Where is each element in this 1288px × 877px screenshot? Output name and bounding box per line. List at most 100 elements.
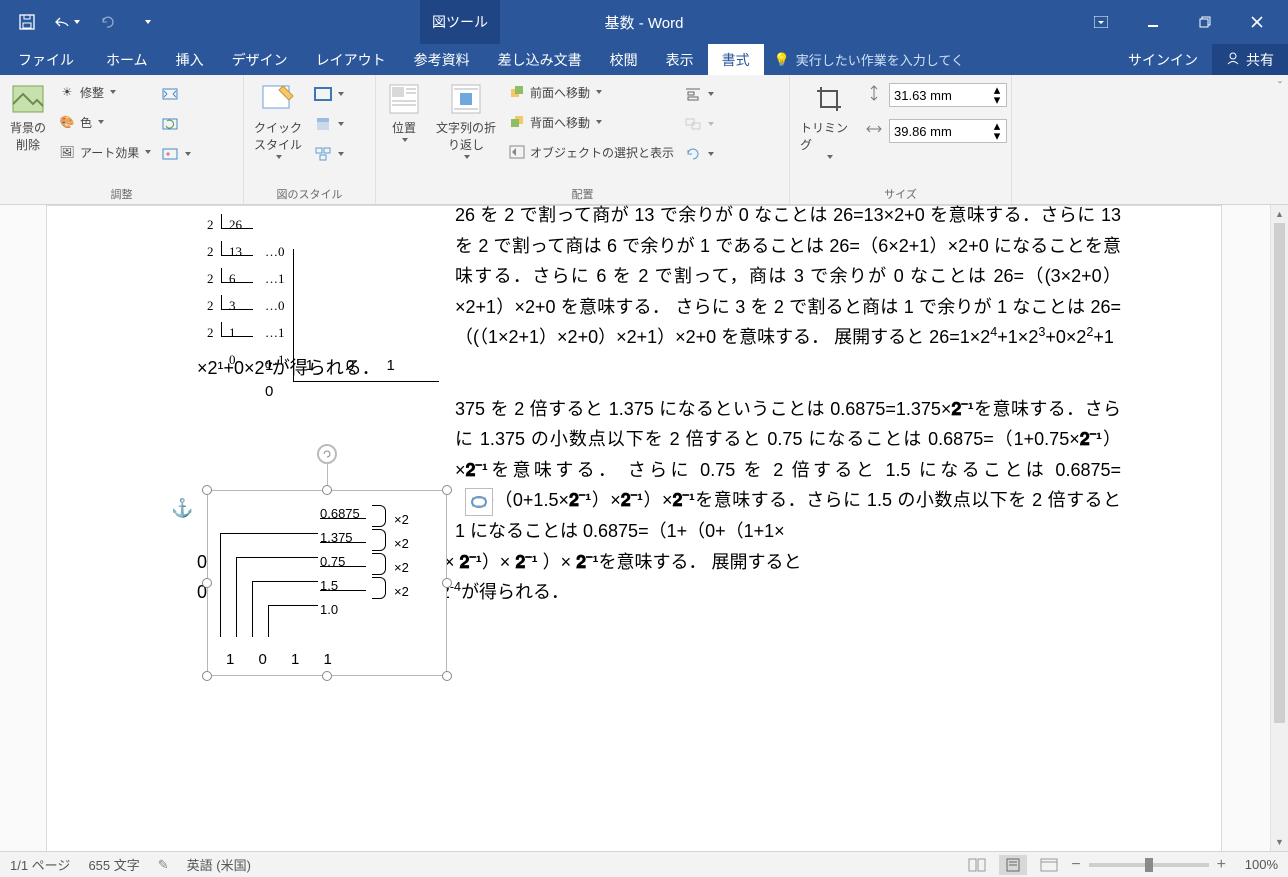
width-value: 39.86 mm — [894, 124, 952, 139]
remove-background-button[interactable]: 背景の 削除 — [4, 77, 52, 157]
color-button[interactable]: 🎨色 — [54, 107, 155, 137]
wrap-label: 文字列の折 り返し — [436, 119, 496, 153]
share-button[interactable]: 共有 — [1212, 44, 1288, 75]
vertical-scrollbar[interactable]: ▲ ▼ — [1270, 205, 1288, 851]
print-layout-icon[interactable] — [999, 855, 1027, 875]
compress-pictures-button[interactable] — [157, 79, 195, 109]
compress-icon — [161, 85, 179, 103]
tab-insert[interactable]: 挿入 — [162, 44, 218, 75]
read-mode-icon[interactable] — [963, 855, 991, 875]
restore-icon[interactable] — [1182, 8, 1228, 36]
resize-handle-nw[interactable] — [202, 485, 212, 495]
zoom-in-button[interactable]: + — [1217, 856, 1226, 874]
artistic-effects-button[interactable]: 🖼アート効果 — [54, 137, 155, 167]
effects-icon — [314, 115, 332, 133]
position-button[interactable]: 位置 — [380, 77, 428, 146]
layout-icon — [314, 145, 332, 163]
ribbon-display-icon[interactable] — [1078, 8, 1124, 36]
tab-layout[interactable]: レイアウト — [302, 44, 400, 75]
tell-me-placeholder: 実行したい作業を入力してく — [796, 50, 964, 69]
save-icon[interactable] — [14, 9, 40, 35]
tab-home[interactable]: ホーム — [92, 44, 162, 75]
tab-view[interactable]: 表示 — [652, 44, 708, 75]
reset-picture-button[interactable] — [157, 139, 195, 169]
wrap-icon — [448, 81, 484, 117]
redo-icon[interactable] — [94, 9, 120, 35]
height-down[interactable]: ▾ — [990, 95, 1004, 105]
picture-border-button[interactable] — [310, 79, 348, 109]
resize-handle-ne[interactable] — [442, 485, 452, 495]
scroll-down[interactable]: ▼ — [1271, 833, 1288, 851]
spellcheck-icon[interactable]: ✎ — [158, 857, 169, 873]
artistic-label: アート効果 — [80, 144, 139, 161]
tab-mailings[interactable]: 差し込み文書 — [484, 44, 596, 75]
tell-me-search[interactable]: 💡実行したい作業を入力してく — [764, 44, 1114, 75]
resize-handle-e[interactable] — [442, 578, 452, 588]
remove-bg-label: 背景の 削除 — [10, 119, 46, 153]
title-bar: 基数 - Word 図ツール — [0, 0, 1288, 44]
bring-forward-button[interactable]: 前面へ移動 — [504, 77, 678, 107]
height-value: 31.63 mm — [894, 88, 952, 103]
resize-handle-se[interactable] — [442, 671, 452, 681]
height-input[interactable]: 31.63 mm▴▾ — [889, 83, 1007, 107]
corrections-icon: ☀ — [58, 83, 76, 101]
picture-layout-button[interactable] — [310, 139, 348, 169]
crop-button[interactable]: トリミング — [794, 77, 863, 163]
status-language[interactable]: 英語 (米国) — [187, 855, 251, 874]
change-picture-icon — [161, 115, 179, 133]
scroll-up[interactable]: ▲ — [1271, 205, 1288, 223]
zoom-thumb[interactable] — [1145, 858, 1153, 872]
selected-picture[interactable]: ⚓ 0.6875×21.375×20.75×21.5×21.0 1 0 1 1 — [207, 490, 447, 676]
tab-format[interactable]: 書式 — [708, 44, 764, 75]
picture-effects-button[interactable] — [310, 109, 348, 139]
group-styles-label: 図のスタイル — [248, 186, 371, 204]
document-page[interactable]: 226213…026…123…021…10…1 1 1 0 1 0 26 を 2… — [46, 205, 1222, 851]
corrections-button[interactable]: ☀修整 — [54, 77, 155, 107]
web-layout-icon[interactable] — [1035, 855, 1063, 875]
p2f: ）× — [643, 490, 672, 510]
rotate-handle[interactable] — [317, 444, 337, 464]
bring-forward-label: 前面へ移動 — [530, 84, 590, 101]
resize-handle-n[interactable] — [322, 485, 332, 495]
change-picture-button[interactable] — [157, 109, 195, 139]
align-icon — [684, 85, 702, 103]
status-page[interactable]: 1/1 ページ — [10, 855, 70, 874]
tn9: 𝟐⁻¹ — [515, 552, 537, 572]
scroll-thumb[interactable] — [1274, 223, 1285, 723]
p2a: 375 を 2 倍すると 1.375 になるということは 0.6875=1.37… — [455, 399, 951, 419]
zoom-level[interactable]: 100% — [1234, 857, 1278, 872]
wrap-text-button[interactable]: 文字列の折 り返し — [430, 77, 502, 163]
width-down[interactable]: ▾ — [990, 131, 1004, 141]
tab-design[interactable]: デザイン — [218, 44, 302, 75]
close-icon[interactable] — [1234, 8, 1280, 36]
tn6: 𝟐⁻¹ — [673, 490, 695, 510]
tab-review[interactable]: 校閲 — [596, 44, 652, 75]
zoom-slider[interactable] — [1089, 863, 1209, 867]
quick-styles-icon — [260, 81, 296, 117]
qat-customize-icon[interactable] — [134, 9, 160, 35]
width-input[interactable]: 39.86 mm▴▾ — [889, 119, 1007, 143]
figure-division-26: 226213…026…123…021…10…1 1 1 0 1 0 — [197, 214, 441, 404]
zoom-out-button[interactable]: − — [1071, 856, 1080, 874]
corrections-label: 修整 — [80, 84, 104, 101]
quick-styles-button[interactable]: クイック スタイル — [248, 77, 308, 163]
tab-references[interactable]: 参考資料 — [400, 44, 484, 75]
group-objects-button[interactable] — [680, 109, 718, 139]
selection-pane-button[interactable]: オブジェクトの選択と表示 — [504, 137, 678, 167]
status-words[interactable]: 655 文字 — [88, 855, 139, 874]
resize-handle-s[interactable] — [322, 671, 332, 681]
ribbon-tabs: ファイル ホーム 挿入 デザイン レイアウト 参考資料 差し込み文書 校閲 表示… — [0, 44, 1288, 75]
collapse-ribbon-icon[interactable]: ˇ — [1278, 79, 1282, 93]
tab-file[interactable]: ファイル — [0, 44, 92, 75]
rotate-button[interactable] — [680, 139, 718, 169]
minimize-icon[interactable] — [1130, 8, 1176, 36]
resize-handle-sw[interactable] — [202, 671, 212, 681]
resize-handle-w[interactable] — [202, 578, 212, 588]
signin-link[interactable]: サインイン — [1114, 44, 1212, 75]
layout-options-button[interactable] — [465, 488, 493, 516]
send-backward-button[interactable]: 背面へ移動 — [504, 107, 678, 137]
align-button[interactable] — [680, 79, 718, 109]
contextual-tab-picture-tools: 図ツール — [420, 0, 500, 44]
selection-pane-label: オブジェクトの選択と表示 — [530, 144, 674, 161]
undo-icon[interactable] — [54, 9, 80, 35]
